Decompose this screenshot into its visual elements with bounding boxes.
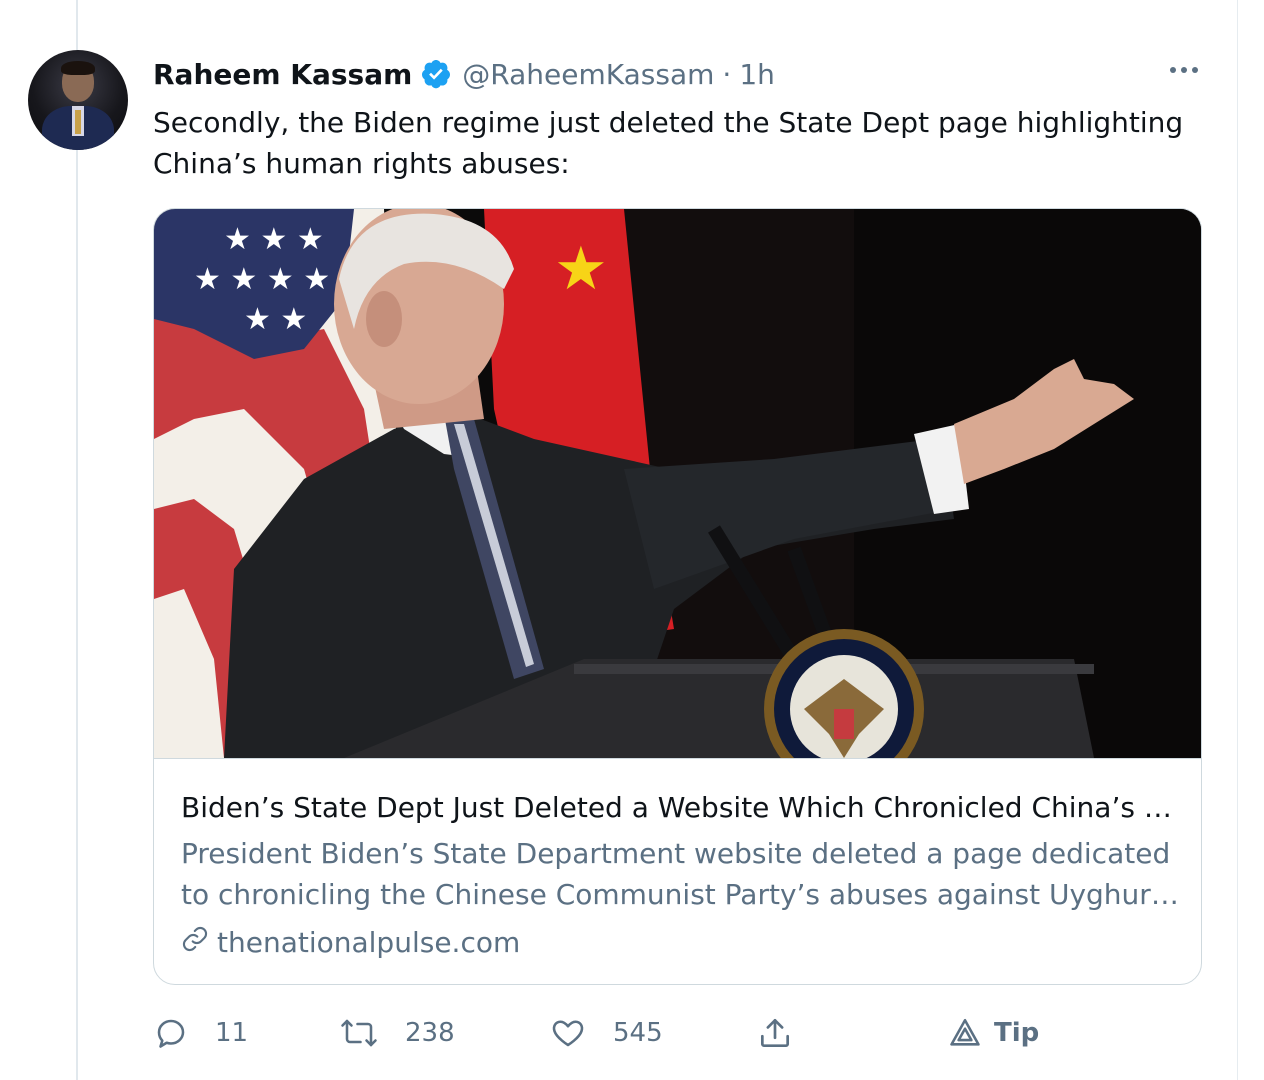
- card-title[interactable]: Biden’s State Dept Just Deleted a Websit…: [181, 789, 1181, 827]
- tip-icon: [948, 1016, 982, 1050]
- like-button[interactable]: 545: [549, 1010, 663, 1056]
- tweet-header: Raheem Kassam @RaheemKassam · 1h: [153, 54, 775, 94]
- svg-text:★: ★: [554, 234, 608, 304]
- retweet-count: 238: [405, 1018, 455, 1048]
- card-domain[interactable]: thenationalpulse.com: [181, 923, 520, 961]
- card-image[interactable]: ★ ★ ★ ★ ★ ★ ★ ★ ★ ★: [154, 209, 1201, 758]
- more-options-icon[interactable]: [1164, 58, 1204, 82]
- share-icon: [756, 1014, 794, 1052]
- retweet-icon: [339, 1015, 379, 1051]
- separator: ·: [722, 57, 732, 91]
- like-count: 545: [613, 1018, 663, 1048]
- reply-button[interactable]: 11: [153, 1010, 248, 1056]
- tweet-time[interactable]: 1h: [739, 58, 775, 91]
- tip-button[interactable]: Tip: [948, 1010, 1039, 1056]
- reply-count: 11: [215, 1018, 249, 1048]
- reply-icon: [153, 1015, 189, 1051]
- svg-text:★ ★ ★ ★: ★ ★ ★ ★: [194, 262, 330, 297]
- tweet-text: Secondly, the Biden regime just deleted …: [153, 106, 1184, 180]
- thread-line: [76, 0, 78, 1080]
- svg-text:★ ★: ★ ★: [244, 302, 307, 337]
- tweet-page: Raheem Kassam @RaheemKassam · 1h Secondl…: [0, 0, 1264, 1080]
- retweet-button[interactable]: 238: [339, 1010, 455, 1056]
- svg-text:★ ★ ★: ★ ★ ★: [224, 222, 324, 257]
- share-button[interactable]: [756, 1010, 794, 1056]
- author-handle[interactable]: @RaheemKassam: [462, 58, 714, 91]
- action-bar: 11 238 545 Tip: [153, 1010, 1200, 1056]
- card-domain-text[interactable]: thenationalpulse.com: [217, 926, 520, 959]
- verified-badge-icon: [420, 58, 452, 90]
- avatar[interactable]: [28, 50, 128, 150]
- card-description: President Biden’s State Department websi…: [181, 837, 1175, 911]
- tip-label: Tip: [994, 1018, 1040, 1048]
- link-card[interactable]: ★ ★ ★ ★ ★ ★ ★ ★ ★ ★ Biden’s State Dept J…: [153, 208, 1202, 985]
- column-border: [1237, 0, 1238, 1080]
- heart-icon: [549, 1015, 587, 1051]
- link-icon: [181, 925, 209, 960]
- card-text-area[interactable]: Biden’s State Dept Just Deleted a Websit…: [154, 758, 1201, 984]
- author-name[interactable]: Raheem Kassam: [153, 58, 412, 91]
